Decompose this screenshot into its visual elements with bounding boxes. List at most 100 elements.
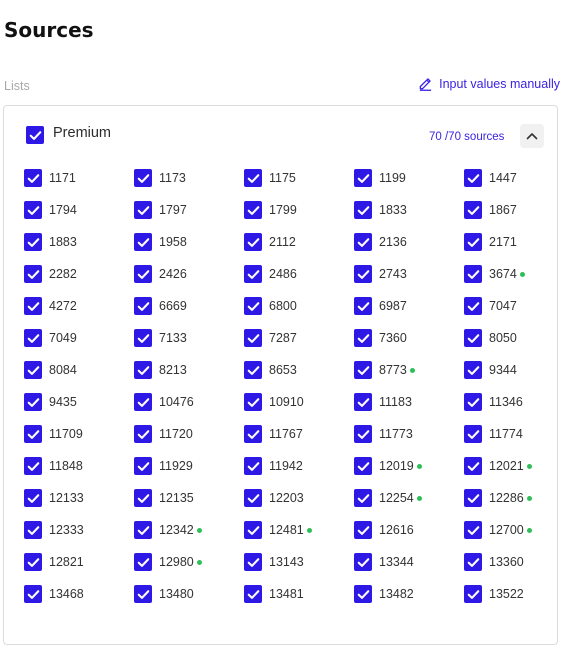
source-item[interactable]: 1175 (244, 168, 354, 188)
source-checkbox[interactable] (464, 553, 482, 571)
source-checkbox[interactable] (464, 457, 482, 475)
source-item[interactable]: 7360 (354, 328, 464, 348)
source-checkbox[interactable] (244, 329, 262, 347)
source-item[interactable]: 1958 (134, 232, 244, 252)
source-item[interactable]: 10910 (244, 392, 354, 412)
source-checkbox[interactable] (354, 361, 372, 379)
source-checkbox[interactable] (134, 489, 152, 507)
source-item[interactable]: 12286 (464, 488, 562, 508)
source-item[interactable]: 1799 (244, 200, 354, 220)
source-checkbox[interactable] (354, 489, 372, 507)
source-item[interactable]: 12133 (24, 488, 134, 508)
source-checkbox[interactable] (244, 553, 262, 571)
source-item[interactable]: 13482 (354, 584, 464, 604)
source-checkbox[interactable] (464, 329, 482, 347)
source-item[interactable]: 11346 (464, 392, 562, 412)
input-values-manually-link[interactable]: Input values manually (418, 76, 560, 91)
source-checkbox[interactable] (354, 425, 372, 443)
source-item[interactable]: 6987 (354, 296, 464, 316)
source-checkbox[interactable] (464, 425, 482, 443)
source-checkbox[interactable] (134, 425, 152, 443)
source-checkbox[interactable] (464, 393, 482, 411)
source-item[interactable]: 11709 (24, 424, 134, 444)
source-item[interactable]: 2282 (24, 264, 134, 284)
source-checkbox[interactable] (244, 169, 262, 187)
source-item[interactable]: 1833 (354, 200, 464, 220)
source-item[interactable]: 12980 (134, 552, 244, 572)
source-checkbox[interactable] (354, 233, 372, 251)
source-item[interactable]: 13481 (244, 584, 354, 604)
source-checkbox[interactable] (134, 521, 152, 539)
source-item[interactable]: 1867 (464, 200, 562, 220)
source-checkbox[interactable] (464, 521, 482, 539)
source-item[interactable]: 10476 (134, 392, 244, 412)
source-checkbox[interactable] (24, 457, 42, 475)
source-item[interactable]: 2136 (354, 232, 464, 252)
source-checkbox[interactable] (354, 393, 372, 411)
source-checkbox[interactable] (244, 521, 262, 539)
source-item[interactable]: 12021 (464, 456, 562, 476)
source-item[interactable]: 2112 (244, 232, 354, 252)
source-item[interactable]: 1199 (354, 168, 464, 188)
source-item[interactable]: 3674 (464, 264, 562, 284)
source-checkbox[interactable] (134, 553, 152, 571)
source-item[interactable]: 12700 (464, 520, 562, 540)
source-checkbox[interactable] (464, 201, 482, 219)
source-checkbox[interactable] (134, 297, 152, 315)
source-item[interactable]: 12616 (354, 520, 464, 540)
source-item[interactable]: 2426 (134, 264, 244, 284)
source-checkbox[interactable] (24, 265, 42, 283)
source-item[interactable]: 12254 (354, 488, 464, 508)
source-checkbox[interactable] (134, 329, 152, 347)
source-checkbox[interactable] (24, 425, 42, 443)
source-checkbox[interactable] (354, 585, 372, 603)
source-checkbox[interactable] (244, 201, 262, 219)
source-item[interactable]: 8773 (354, 360, 464, 380)
source-checkbox[interactable] (24, 489, 42, 507)
source-checkbox[interactable] (24, 297, 42, 315)
premium-checkbox[interactable] (26, 126, 44, 144)
source-checkbox[interactable] (134, 265, 152, 283)
source-item[interactable]: 2486 (244, 264, 354, 284)
source-checkbox[interactable] (24, 361, 42, 379)
source-checkbox[interactable] (244, 393, 262, 411)
source-item[interactable]: 1447 (464, 168, 562, 188)
source-checkbox[interactable] (354, 521, 372, 539)
source-item[interactable]: 8213 (134, 360, 244, 380)
source-checkbox[interactable] (134, 201, 152, 219)
source-checkbox[interactable] (24, 553, 42, 571)
source-checkbox[interactable] (464, 169, 482, 187)
source-checkbox[interactable] (244, 361, 262, 379)
source-item[interactable]: 13143 (244, 552, 354, 572)
source-checkbox[interactable] (244, 457, 262, 475)
source-checkbox[interactable] (354, 553, 372, 571)
source-checkbox[interactable] (464, 585, 482, 603)
source-item[interactable]: 12481 (244, 520, 354, 540)
source-checkbox[interactable] (354, 329, 372, 347)
source-item[interactable]: 6800 (244, 296, 354, 316)
source-item[interactable]: 11848 (24, 456, 134, 476)
source-item[interactable]: 1173 (134, 168, 244, 188)
source-item[interactable]: 9435 (24, 392, 134, 412)
source-item[interactable]: 8050 (464, 328, 562, 348)
source-checkbox[interactable] (134, 585, 152, 603)
source-item[interactable]: 12019 (354, 456, 464, 476)
source-item[interactable]: 11774 (464, 424, 562, 444)
source-item[interactable]: 2743 (354, 264, 464, 284)
source-item[interactable]: 7287 (244, 328, 354, 348)
source-item[interactable]: 11773 (354, 424, 464, 444)
source-checkbox[interactable] (244, 489, 262, 507)
source-item[interactable]: 7133 (134, 328, 244, 348)
source-checkbox[interactable] (244, 233, 262, 251)
source-item[interactable]: 9344 (464, 360, 562, 380)
source-checkbox[interactable] (464, 297, 482, 315)
source-item[interactable]: 13468 (24, 584, 134, 604)
source-checkbox[interactable] (464, 489, 482, 507)
source-checkbox[interactable] (244, 297, 262, 315)
collapse-button[interactable] (520, 124, 544, 148)
source-item[interactable]: 7047 (464, 296, 562, 316)
source-checkbox[interactable] (24, 329, 42, 347)
source-checkbox[interactable] (244, 265, 262, 283)
source-item[interactable]: 8653 (244, 360, 354, 380)
source-checkbox[interactable] (464, 265, 482, 283)
